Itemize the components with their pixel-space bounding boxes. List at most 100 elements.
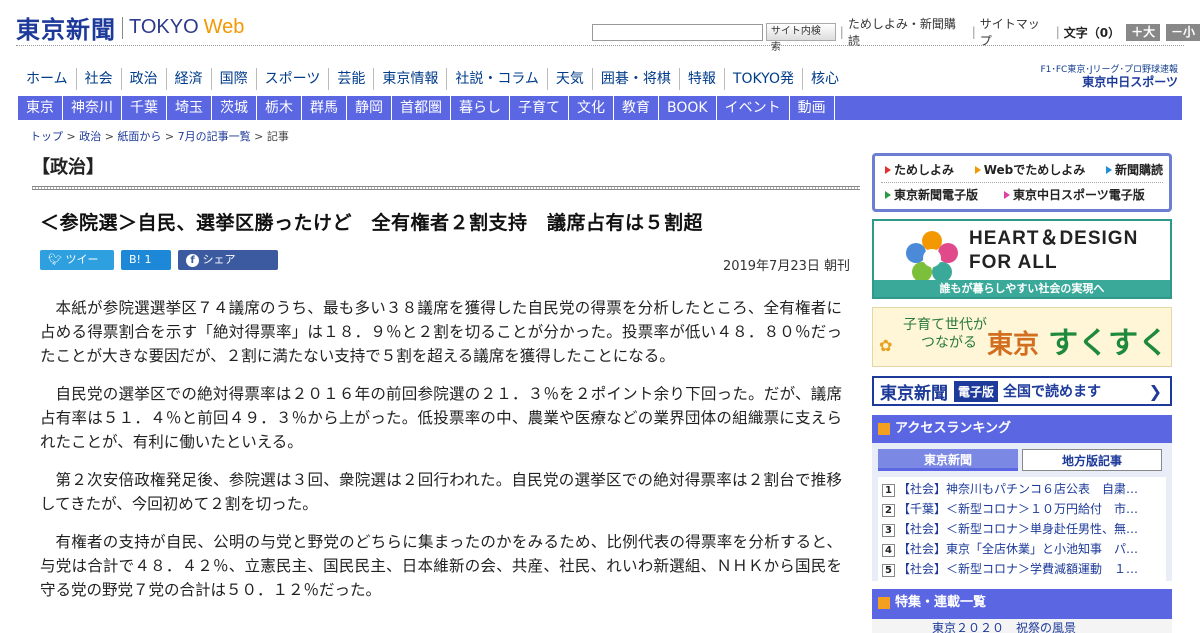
share-buttons: 🐦︎ ツイート B! 1 f シェア 1,476 (40, 250, 285, 286)
logo-divider (122, 16, 123, 39)
gnav-item-weather[interactable]: 天気 (546, 68, 592, 90)
gnav-item-tokyo-info[interactable]: 東京情報 (373, 68, 446, 90)
breadcrumb-separator: > (250, 130, 267, 143)
menu-web-trial[interactable]: Webでためしよみ (971, 160, 1085, 180)
font-size-label: 文字（0） (1063, 25, 1121, 40)
tab-tokyo-shimbun[interactable]: 東京新聞 (878, 449, 1018, 471)
header: 東京新聞 TOKYO Web サイト内検索 | ためしよみ・新聞購読 | サイト… (0, 0, 1200, 53)
site-search-button[interactable]: サイト内検索 (765, 23, 836, 53)
sukusuku-tagline: 子育て世代が つながる (903, 316, 987, 352)
header-divider (16, 45, 1184, 46)
gnav-item-editorial[interactable]: 社説・コラム (446, 68, 547, 90)
chunichi-sports-link[interactable]: F1･FC東京･Jリーグ･プロ野球速報 東京中日スポーツ (1026, 64, 1178, 88)
lnav-item-tokyo[interactable]: 東京 (18, 96, 63, 120)
site-logo[interactable]: 東京新聞 TOKYO Web (16, 10, 244, 45)
breadcrumb-current: 記事 (266, 130, 289, 143)
font-smaller-button[interactable]: －小 (1166, 23, 1200, 41)
subscribe-link[interactable]: ためしよみ・新聞購読 (848, 15, 968, 49)
facebook-icon: f (186, 254, 199, 267)
lnav-item-saitama[interactable]: 埼玉 (167, 96, 212, 120)
lnav-item-ibaraki[interactable]: 茨城 (212, 96, 257, 120)
flower-logo-icon (906, 231, 958, 282)
lnav-item-gunma[interactable]: 群馬 (302, 96, 347, 120)
breadcrumb-politics[interactable]: 政治 (79, 130, 101, 143)
lnav-item-tochigi[interactable]: 栃木 (257, 96, 302, 120)
features-panel: 特集・連載一覧 東京２０２０ 祝祭の風景 (872, 589, 1172, 633)
digital-edition-banner[interactable]: 東京新聞 電子版 全国で読めます ❯ (872, 376, 1172, 406)
menu-subscribe[interactable]: 新聞購読 (1102, 160, 1163, 180)
lnav-item-shutoken[interactable]: 首都圏 (392, 96, 451, 120)
menu-digital-edition[interactable]: 東京新聞電子版 (881, 185, 978, 205)
menu-divider (881, 182, 1163, 183)
rank-number: 5 (882, 564, 895, 577)
breadcrumb-top[interactable]: トップ (30, 130, 63, 143)
square-icon (878, 596, 890, 609)
article-paragraph: 自民党の選挙区での絶対得票率は２０１６年の前回参院選の２１．３％を２ポイント余り… (40, 385, 842, 451)
breadcrumb: トップ > 政治 > 紙面から > 7月の記事一覧 > 記事 (30, 128, 289, 144)
breadcrumb-separator: > (161, 130, 178, 143)
lnav-item-kanagawa[interactable]: 神奈川 (63, 96, 122, 120)
lnav-item-book[interactable]: BOOK (659, 96, 717, 120)
rank-number: 1 (882, 484, 895, 497)
heart-design-banner[interactable]: HEART＆DESIGN FOR ALL 誰もが暮らしやすい社会の実現へ (872, 219, 1172, 299)
breadcrumb-month-list[interactable]: 7月の記事一覧 (178, 130, 251, 143)
triangle-orange-icon (974, 166, 981, 174)
heart-design-text: HEART＆DESIGN FOR ALL (969, 227, 1138, 275)
facebook-share-button[interactable]: f シェア 1,476 (178, 250, 278, 286)
gnav-item-politics[interactable]: 政治 (120, 68, 166, 90)
subscription-menu: ためしよみ Webでためしよみ 新聞購読 東京新聞電子版 東京中日スポーツ電子版 (872, 153, 1172, 212)
gnav-item-kakushin[interactable]: 核心 (801, 68, 847, 90)
ranking-item[interactable]: 3 【社会】＜新型コロナ＞単身赴任男性、無… (882, 519, 1162, 539)
breadcrumb-paper[interactable]: 紙面から (117, 130, 161, 143)
gnav-item-home[interactable]: ホーム (18, 68, 76, 90)
tweet-button[interactable]: 🐦︎ ツイート (40, 250, 114, 286)
lnav-item-education[interactable]: 教育 (614, 96, 659, 120)
gnav-item-entertainment[interactable]: 芸能 (328, 68, 373, 90)
gnav-item-international[interactable]: 国際 (210, 68, 256, 90)
search-input[interactable] (592, 23, 763, 41)
article-paragraph: 有権者の支持が自民、公明の与党と野党のどちらに集まったのかをみるため、比例代表の… (40, 533, 842, 599)
sukusuku-tagline-2: つながる (921, 335, 977, 351)
ranking-item[interactable]: 5 【社会】＜新型コロナ＞学費減額運動 １… (882, 559, 1162, 579)
menu-chunichi-digital[interactable]: 東京中日スポーツ電子版 (1000, 185, 1145, 205)
digital-banner-badge: 電子版 (954, 380, 999, 402)
gnav-item-economy[interactable]: 経済 (165, 68, 211, 90)
digital-banner-text: 全国で読めます (1003, 384, 1102, 400)
triangle-pink-icon (1004, 191, 1011, 199)
hatena-bookmark-button[interactable]: B! 1 (121, 250, 171, 270)
ranking-item[interactable]: 1 【社会】神奈川もパチンコ６店公表 自粛… (882, 479, 1162, 499)
gnav-item-sports[interactable]: スポーツ (255, 68, 329, 90)
twitter-bird-icon: 🐦︎ (48, 253, 62, 266)
lnav-item-kosodate[interactable]: 子育て (510, 96, 569, 120)
feature-item[interactable]: 東京２０２０ 祝祭の風景 (872, 617, 1172, 633)
gnav-item-society[interactable]: 社会 (75, 68, 121, 90)
section-heading: 【政治】 (32, 157, 104, 178)
tab-local-articles[interactable]: 地方版記事 (1021, 449, 1162, 471)
ranking-item[interactable]: 4 【社会】東京「全店休業」と小池知事 パ… (882, 539, 1162, 559)
article-paragraph: 第２次安倍政権発足後、参院選は３回、衆院選は２回行われた。自民党の選挙区での絶対… (40, 471, 842, 513)
gnav-item-tokyo-hatsu[interactable]: TOKYO発 (723, 68, 802, 90)
divider: | (971, 25, 976, 39)
triangle-green-icon (885, 191, 891, 199)
sitemap-link[interactable]: サイトマップ (980, 15, 1052, 49)
rank-number: 2 (882, 504, 895, 517)
gnav-item-special[interactable]: 特報 (678, 68, 724, 90)
features-header: 特集・連載一覧 (872, 589, 1172, 617)
header-tools: サイト内検索 | ためしよみ・新聞購読 | サイトマップ | 文字（0） ＋大 … (592, 15, 1200, 53)
lnav-item-chiba[interactable]: 千葉 (122, 96, 167, 120)
heart-design-line2: FOR ALL (969, 252, 1058, 273)
article-title: ＜参院選＞自民、選挙区勝ったけど 全有権者２割支持 議席占有は５割超 (40, 212, 704, 234)
lnav-item-kurashi[interactable]: 暮らし (451, 96, 510, 120)
section-rule (32, 186, 860, 190)
flower-icon: ✿ (879, 336, 893, 355)
lnav-item-event[interactable]: イベント (717, 96, 790, 120)
menu-trial[interactable]: ためしよみ (881, 160, 954, 180)
gnav-item-igo-shogi[interactable]: 囲碁・将棋 (591, 68, 679, 90)
ranking-item[interactable]: 2 【千葉】＜新型コロナ＞１０万円給付 市… (882, 499, 1162, 519)
lnav-item-shizuoka[interactable]: 静岡 (347, 96, 392, 120)
lnav-item-video[interactable]: 動画 (790, 96, 835, 120)
font-larger-button[interactable]: ＋大 (1126, 23, 1161, 41)
lnav-item-culture[interactable]: 文化 (569, 96, 614, 120)
sukusuku-banner[interactable]: 子育て世代が つながる ✿ 東京 すくすく (872, 307, 1172, 367)
article-date: 2019年7月23日 朝刊 (722, 259, 850, 274)
